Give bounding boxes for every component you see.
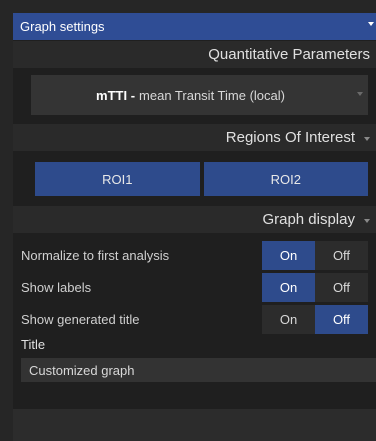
parameter-description: mean Transit Time (local) [139, 87, 285, 103]
show-labels-toggle: On Off [262, 273, 368, 302]
show-generated-title-on-button[interactable]: On [262, 305, 315, 334]
graph-display-body: Normalize to first analysis On Off Show … [13, 233, 376, 409]
parameter-code: mTTI - [96, 87, 136, 103]
regions-of-interest-body: ROI1 ROI2 [13, 151, 376, 205]
graph-display-title: Graph display [262, 211, 355, 228]
quantitative-parameters-header: Quantitative Parameters [13, 40, 376, 68]
show-generated-title-label: Show generated title [21, 312, 140, 327]
regions-of-interest-title: Regions Of Interest [225, 129, 355, 146]
normalize-on-button[interactable]: On [262, 241, 315, 270]
parameter-dropdown[interactable]: mTTI - mean Transit Time (local) [31, 75, 368, 115]
show-labels-on-button[interactable]: On [262, 273, 315, 302]
regions-of-interest-header[interactable]: Regions Of Interest [13, 123, 376, 151]
show-generated-title-off-button[interactable]: Off [315, 305, 368, 334]
panel-titlebar[interactable]: Graph settings [13, 13, 376, 40]
normalize-row: Normalize to first analysis On Off [21, 241, 368, 270]
collapse-caret-icon[interactable] [368, 22, 374, 26]
show-generated-title-toggle: On Off [262, 305, 368, 334]
show-labels-label: Show labels [21, 280, 92, 295]
title-input[interactable] [21, 358, 376, 382]
show-generated-title-row: Show generated title On Off [21, 305, 368, 334]
roi1-button[interactable]: ROI1 [35, 162, 200, 196]
show-labels-off-button[interactable]: Off [315, 273, 368, 302]
quantitative-parameters-title: Quantitative Parameters [208, 46, 370, 63]
dropdown-caret-icon [357, 92, 363, 96]
graph-settings-panel: Graph settings Quantitative Parameters m… [13, 13, 376, 441]
show-labels-row: Show labels On Off [21, 273, 368, 302]
chevron-down-icon[interactable] [364, 218, 370, 223]
normalize-label: Normalize to first analysis [21, 248, 170, 263]
chevron-down-icon[interactable] [364, 136, 370, 141]
normalize-off-button[interactable]: Off [315, 241, 368, 270]
panel-title: Graph settings [20, 19, 105, 34]
parameter-dropdown-wrap: mTTI - mean Transit Time (local) [13, 68, 376, 123]
title-label: Title [21, 337, 46, 352]
roi-button-group: ROI1 ROI2 [13, 151, 376, 205]
graph-display-header[interactable]: Graph display [13, 205, 376, 233]
quantitative-parameters-body: mTTI - mean Transit Time (local) [13, 68, 376, 123]
roi2-button[interactable]: ROI2 [203, 162, 368, 196]
normalize-toggle: On Off [262, 241, 368, 270]
